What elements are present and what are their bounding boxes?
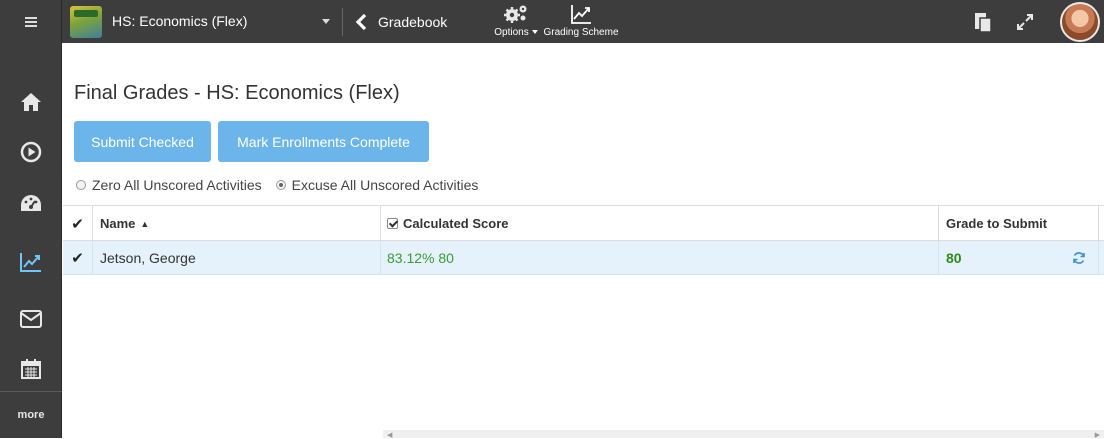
- sidebar-item-calendar[interactable]: [0, 343, 62, 395]
- sort-ascending-icon: ▲: [140, 218, 150, 229]
- calculated-score-value: 83.12% 80: [387, 250, 454, 266]
- dashboard-icon: [21, 195, 41, 211]
- calculated-score-cell: 83.12% 80: [381, 241, 939, 275]
- gears-icon: [504, 5, 527, 23]
- excuse-unscored-label[interactable]: Excuse All Unscored Activities: [292, 177, 479, 193]
- final-grades-table: ✔ Name ▲ Calculated Score Grade to Submi…: [63, 205, 1104, 438]
- chart-line-icon: [20, 253, 41, 272]
- top-bar: HS: Economics (Flex) Gradebook Options G…: [62, 0, 1104, 43]
- page-title: Final Grades - HS: Economics (Flex): [74, 82, 400, 104]
- grade-to-submit-value[interactable]: 80: [946, 250, 962, 266]
- calculated-score-header-label: Calculated Score: [403, 216, 509, 231]
- grade-to-submit-cell[interactable]: 80: [939, 241, 1099, 275]
- student-name-cell: Jetson, George: [93, 241, 381, 275]
- grading-scheme-button[interactable]: Grading Scheme: [540, 3, 622, 43]
- grading-scheme-label: Grading Scheme: [543, 27, 619, 38]
- copy-pages-icon: [975, 12, 992, 33]
- options-caret-icon: [531, 30, 538, 35]
- envelope-icon: [20, 310, 42, 328]
- select-all-checkmark[interactable]: ✔: [63, 206, 93, 241]
- chevron-left-icon: [355, 13, 367, 30]
- back-to-gradebook-button[interactable]: Gradebook: [354, 0, 447, 43]
- horizontal-scrollbar[interactable]: ◀ ▶: [383, 430, 1104, 439]
- grading-scheme-chart-icon: [571, 5, 591, 24]
- checkmark-icon: ✔: [71, 250, 84, 267]
- sidebar-item-home[interactable]: [0, 76, 62, 128]
- refresh-icon[interactable]: [1072, 251, 1086, 265]
- toolbar-divider: [342, 8, 343, 36]
- zero-unscored-radio[interactable]: [76, 180, 86, 190]
- sidebar-item-messages[interactable]: [0, 293, 62, 345]
- calendar-icon: [21, 359, 41, 379]
- back-label: Gradebook: [378, 13, 448, 30]
- hamburger-icon: [25, 17, 37, 27]
- course-logo: [70, 6, 102, 38]
- main-content: Final Grades - HS: Economics (Flex) Subm…: [63, 43, 1104, 439]
- course-dropdown-caret-icon[interactable]: [322, 19, 330, 24]
- table-header: ✔ Name ▲ Calculated Score Grade to Submi…: [63, 206, 1104, 241]
- expand-arrows-icon: [1017, 13, 1033, 30]
- table-row[interactable]: ✔ Jetson, George 83.12% 80 80: [63, 241, 1104, 275]
- sidebar-item-dashboard[interactable]: [0, 178, 62, 230]
- grade-to-submit-column-header[interactable]: Grade to Submit: [939, 206, 1099, 241]
- options-label: Options: [485, 27, 547, 38]
- left-nav-rail: more: [0, 0, 62, 438]
- course-selector[interactable]: HS: Economics (Flex): [112, 13, 247, 29]
- zero-unscored-label[interactable]: Zero All Unscored Activities: [92, 177, 262, 193]
- name-header-label: Name: [100, 216, 136, 231]
- sidebar-more-button[interactable]: more: [0, 391, 62, 438]
- sidebar-item-analytics[interactable]: [0, 236, 62, 288]
- grade-to-submit-header-label: Grade to Submit: [946, 216, 1048, 231]
- name-column-header[interactable]: Name ▲: [93, 206, 381, 241]
- mark-enrollments-complete-button[interactable]: Mark Enrollments Complete: [218, 121, 429, 162]
- options-button[interactable]: Options: [485, 3, 547, 43]
- checkmark-icon: ✔: [71, 215, 84, 233]
- hamburger-menu-button[interactable]: [0, 0, 62, 43]
- play-circle-icon: [20, 141, 42, 163]
- excuse-unscored-radio[interactable]: [275, 180, 286, 190]
- sidebar-item-play[interactable]: [0, 126, 62, 178]
- user-avatar[interactable]: [1060, 2, 1100, 42]
- home-icon: [21, 93, 41, 111]
- unscored-activities-options: Zero All Unscored Activities Excuse All …: [76, 177, 478, 193]
- submit-checked-button[interactable]: Submit Checked: [74, 121, 211, 162]
- student-name: Jetson, George: [100, 250, 196, 266]
- expand-button[interactable]: [1010, 0, 1040, 43]
- copy-button[interactable]: [968, 0, 998, 43]
- calculated-score-column-header[interactable]: Calculated Score: [381, 206, 939, 241]
- row-select-checkmark[interactable]: ✔: [63, 241, 93, 275]
- calculated-score-checkbox[interactable]: [387, 218, 398, 229]
